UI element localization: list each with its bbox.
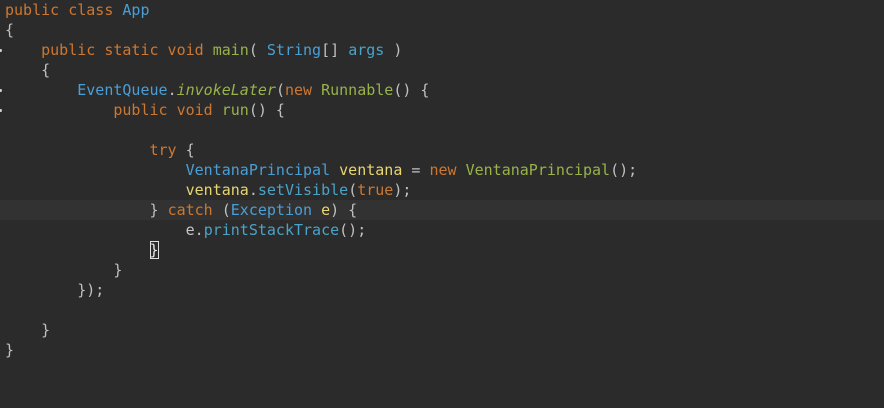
code-editor[interactable]: public class App{ public static void mai… — [0, 0, 884, 408]
code-token: } — [5, 341, 15, 359]
code-token: { — [185, 141, 195, 159]
code-token: public void — [5, 101, 222, 119]
code-token: ventana — [339, 161, 403, 179]
code-line[interactable]: } — [0, 320, 884, 340]
code-token: printStackTrace — [203, 221, 340, 239]
code-token: EventQueue — [77, 81, 168, 99]
code-token: }); — [5, 281, 105, 299]
code-token: { — [5, 21, 15, 39]
code-token: } — [5, 321, 51, 339]
code-token: () { — [248, 101, 285, 119]
code-line[interactable]: }); — [0, 280, 884, 300]
code-line[interactable]: try { — [0, 140, 884, 160]
code-line[interactable]: } — [0, 240, 884, 260]
code-line[interactable]: public class App — [0, 0, 884, 20]
code-line[interactable]: } — [0, 260, 884, 280]
code-token: new — [429, 161, 466, 179]
code-line[interactable] — [0, 120, 884, 140]
code-token: App — [122, 1, 150, 19]
code-token: main — [212, 41, 249, 59]
code-token: Exception — [230, 201, 322, 219]
code-token: run — [221, 101, 249, 119]
code-token: e — [185, 221, 195, 239]
code-token: . — [194, 221, 204, 239]
code-token: [] — [321, 41, 349, 59]
code-area[interactable]: public class App{ public static void mai… — [0, 0, 884, 360]
code-token: Runnable — [321, 81, 394, 99]
code-token: ( — [221, 201, 231, 219]
code-token: () { — [393, 81, 430, 99]
code-token: setVisible — [257, 181, 349, 199]
code-line[interactable]: { — [0, 20, 884, 40]
code-token: public static void — [5, 41, 213, 59]
code-token: String — [266, 41, 322, 59]
code-token: (); — [610, 161, 638, 179]
code-token: VentanaPrincipal — [185, 161, 340, 179]
code-token: true — [357, 181, 394, 199]
code-token: ); — [393, 181, 412, 199]
code-line[interactable]: public static void main( String[] args ) — [0, 40, 884, 60]
matched-brace-cursor: } — [149, 241, 159, 259]
code-line[interactable]: } catch (Exception e) { — [0, 200, 884, 220]
code-token: } — [5, 201, 168, 219]
code-token: VentanaPrincipal — [465, 161, 611, 179]
code-token: invokeLater — [176, 81, 276, 99]
code-token: args — [348, 41, 385, 59]
code-line[interactable]: } — [0, 340, 884, 360]
code-token: catch — [167, 201, 222, 219]
code-line[interactable]: EventQueue.invokeLater(new Runnable() { — [0, 80, 884, 100]
code-token: new — [284, 81, 322, 99]
code-token: ( — [248, 41, 267, 59]
code-token: ) — [384, 41, 403, 59]
code-token: ) { — [330, 201, 358, 219]
code-token: ventana — [185, 181, 249, 199]
code-token: { — [5, 61, 51, 79]
code-token: public class — [5, 1, 123, 19]
code-line[interactable]: VentanaPrincipal ventana = new VentanaPr… — [0, 160, 884, 180]
code-line[interactable]: { — [0, 60, 884, 80]
code-token: } — [5, 261, 123, 279]
code-token: e — [321, 201, 331, 219]
code-token: (); — [339, 221, 367, 239]
code-line[interactable] — [0, 300, 884, 320]
code-token: ( — [275, 81, 285, 99]
code-token: = — [402, 161, 430, 179]
code-token: try — [5, 141, 186, 159]
code-token: . — [167, 81, 177, 99]
code-line[interactable]: ventana.setVisible(true); — [0, 180, 884, 200]
code-line[interactable]: public void run() { — [0, 100, 884, 120]
code-token: ( — [348, 181, 358, 199]
code-token: . — [248, 181, 258, 199]
code-line[interactable]: e.printStackTrace(); — [0, 220, 884, 240]
